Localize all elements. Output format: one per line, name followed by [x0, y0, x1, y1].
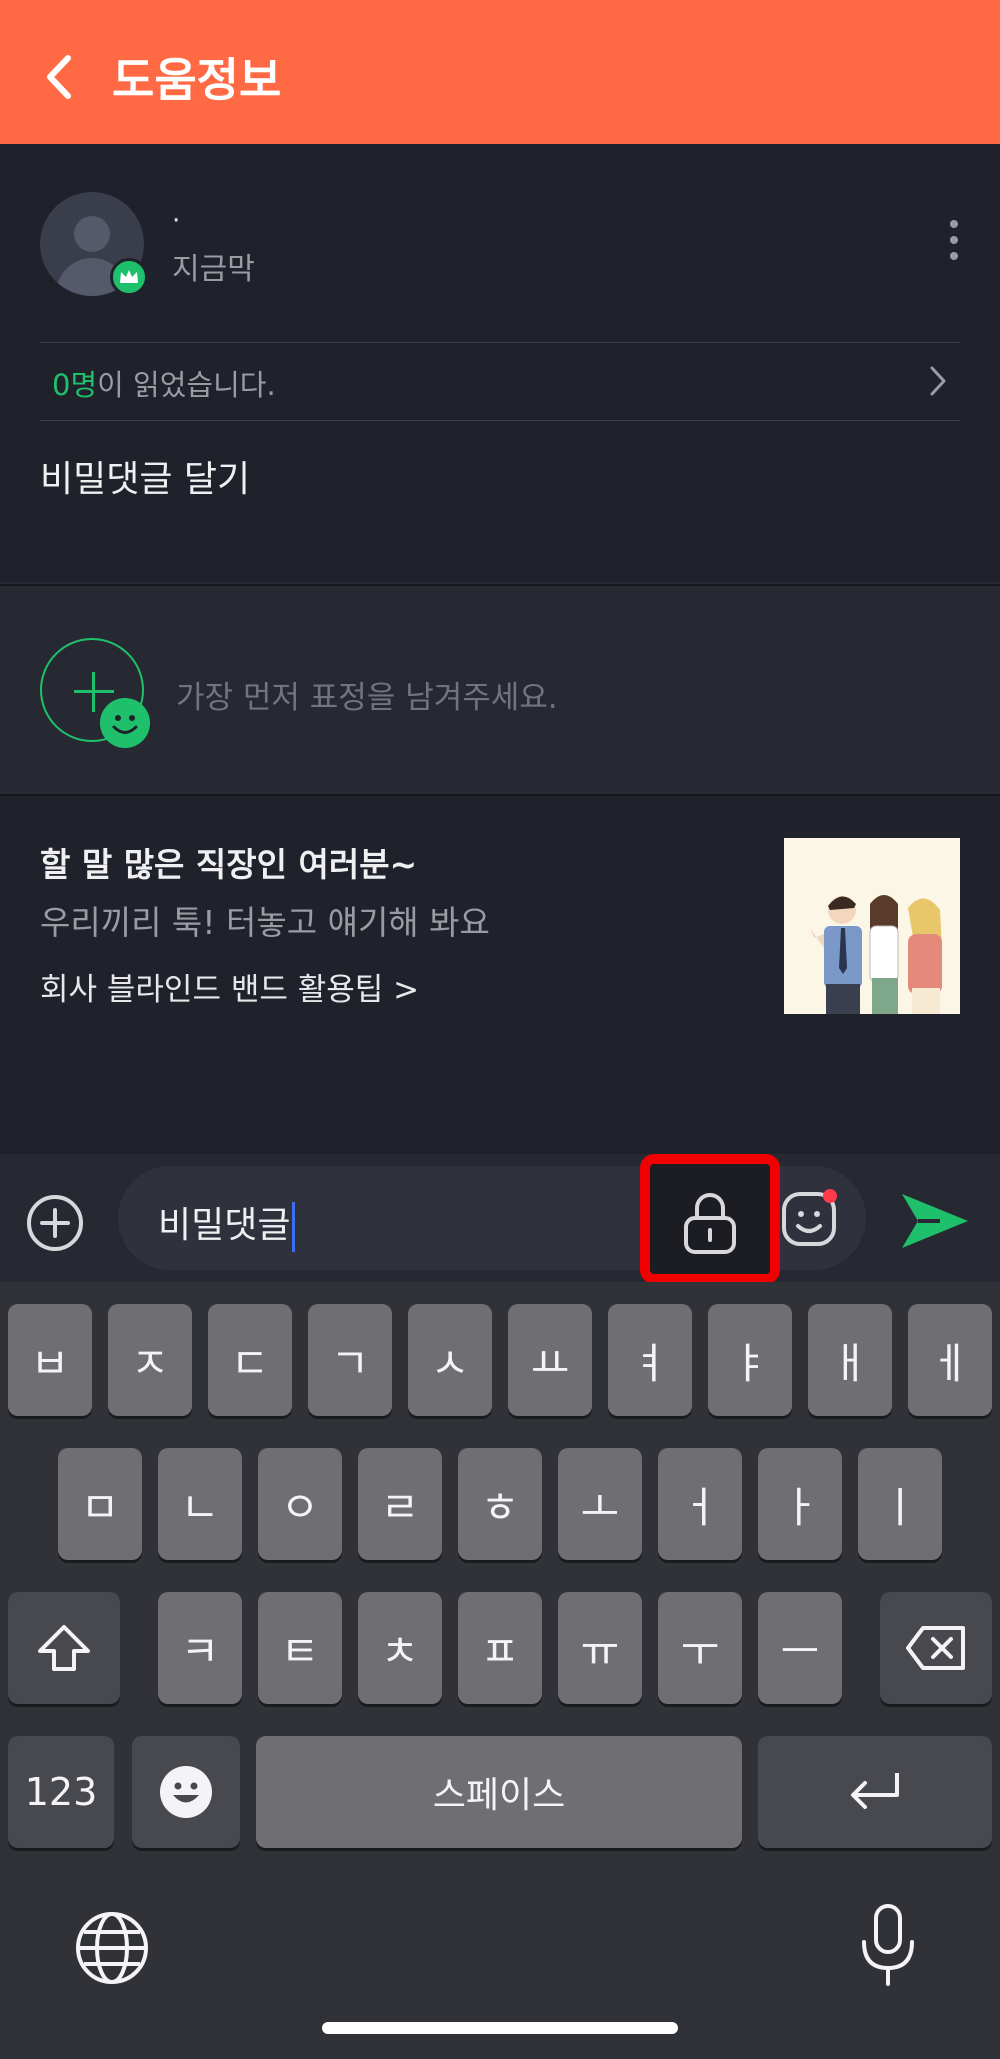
key[interactable]: ㄷ	[208, 1304, 292, 1416]
key[interactable]: ㅣ	[858, 1448, 942, 1560]
post-content: 비밀댓글 달기	[40, 459, 251, 500]
space-key[interactable]: 스페이스	[256, 1736, 742, 1848]
emoji-icon	[160, 1766, 212, 1818]
return-icon	[851, 1773, 899, 1809]
key[interactable]: ㅁ	[58, 1448, 142, 1560]
read-count-number: 0명	[52, 368, 98, 402]
smile-icon	[100, 698, 150, 748]
home-indicator[interactable]	[322, 2022, 678, 2034]
read-count[interactable]: 0명이 읽었습니다.	[52, 362, 276, 404]
key[interactable]: ㅓ	[658, 1448, 742, 1560]
author-name: ·	[172, 206, 181, 236]
key[interactable]: ㄱ	[308, 1304, 392, 1416]
globe-icon[interactable]	[74, 1910, 150, 1986]
office-workers-illustration	[784, 838, 960, 1014]
backspace-key[interactable]	[880, 1592, 992, 1704]
key[interactable]: ㅊ	[358, 1592, 442, 1704]
more-options-icon[interactable]	[944, 220, 964, 270]
lock-icon	[684, 1193, 736, 1254]
key[interactable]: ㅅ	[408, 1304, 492, 1416]
promo-title: 할 말 많은 직장인 여러분~	[40, 845, 418, 884]
key[interactable]: ㄴ	[158, 1448, 242, 1560]
key[interactable]: ㅗ	[558, 1448, 642, 1560]
key[interactable]: ㅋ	[158, 1592, 242, 1704]
key[interactable]: ㅑ	[708, 1304, 792, 1416]
divider	[40, 420, 960, 421]
key[interactable]: ㅠ	[558, 1592, 642, 1704]
key[interactable]: ㅇ	[258, 1448, 342, 1560]
promo-subtitle: 우리끼리 툭! 터놓고 얘기해 봐요	[40, 903, 490, 942]
reaction-section: 가장 먼저 표정을 남겨주세요.	[0, 584, 1000, 794]
key[interactable]: ㅔ	[908, 1304, 992, 1416]
return-key[interactable]	[758, 1736, 992, 1848]
key[interactable]: ㅏ	[758, 1448, 842, 1560]
add-attachment-icon[interactable]	[26, 1194, 84, 1252]
comment-input-value: 비밀댓글	[158, 1205, 291, 1246]
crown-icon	[110, 258, 148, 296]
backspace-icon	[906, 1626, 965, 1670]
key[interactable]: ㅡ	[758, 1592, 842, 1704]
microphone-icon[interactable]	[858, 1902, 918, 1988]
comment-composer: 비밀댓글	[0, 1154, 1000, 1284]
send-icon[interactable]	[900, 1190, 970, 1252]
chevron-right-icon[interactable]	[928, 364, 948, 398]
back-arrow-icon[interactable]	[40, 52, 80, 102]
key[interactable]: ㅛ	[508, 1304, 592, 1416]
shift-icon	[38, 1625, 90, 1671]
promo-banner[interactable]: 할 말 많은 직장인 여러분~ 우리끼리 툭! 터놓고 얘기해 봐요 회사 블라…	[0, 794, 1000, 1154]
key[interactable]: ㅜ	[658, 1592, 742, 1704]
reaction-hint: 가장 먼저 표정을 남겨주세요.	[176, 680, 558, 716]
key[interactable]: ㅌ	[258, 1592, 342, 1704]
key[interactable]: ㅕ	[608, 1304, 692, 1416]
text-caret	[292, 1202, 296, 1252]
app-header: 도움정보	[0, 0, 1000, 144]
post-card: · 지금막 0명이 읽었습니다. 비밀댓글 달기	[0, 144, 1000, 582]
key[interactable]: ㄹ	[358, 1448, 442, 1560]
divider	[40, 342, 960, 343]
key[interactable]: ㅍ	[458, 1592, 542, 1704]
numbers-key[interactable]: 123	[8, 1736, 114, 1848]
read-count-label: 이 읽었습니다.	[97, 368, 276, 402]
shift-key[interactable]	[8, 1592, 120, 1704]
key[interactable]: ㅎ	[458, 1448, 542, 1560]
secret-comment-toggle[interactable]	[640, 1154, 780, 1284]
promo-link[interactable]: 회사 블라인드 밴드 활용팁 >	[40, 964, 419, 1009]
korean-keyboard: ㅂ ㅈ ㄷ ㄱ ㅅ ㅛ ㅕ ㅑ ㅐ ㅔ ㅁ ㄴ ㅇ ㄹ ㅎ ㅗ ㅓ ㅏ ㅣ ㅋ …	[0, 1282, 1000, 2059]
emoji-key[interactable]	[132, 1736, 240, 1848]
page-title: 도움정보	[112, 53, 282, 107]
post-time: 지금막	[172, 252, 255, 287]
key[interactable]: ㅂ	[8, 1304, 92, 1416]
sticker-icon[interactable]	[778, 1186, 842, 1250]
key[interactable]: ㅐ	[808, 1304, 892, 1416]
key[interactable]: ㅈ	[108, 1304, 192, 1416]
